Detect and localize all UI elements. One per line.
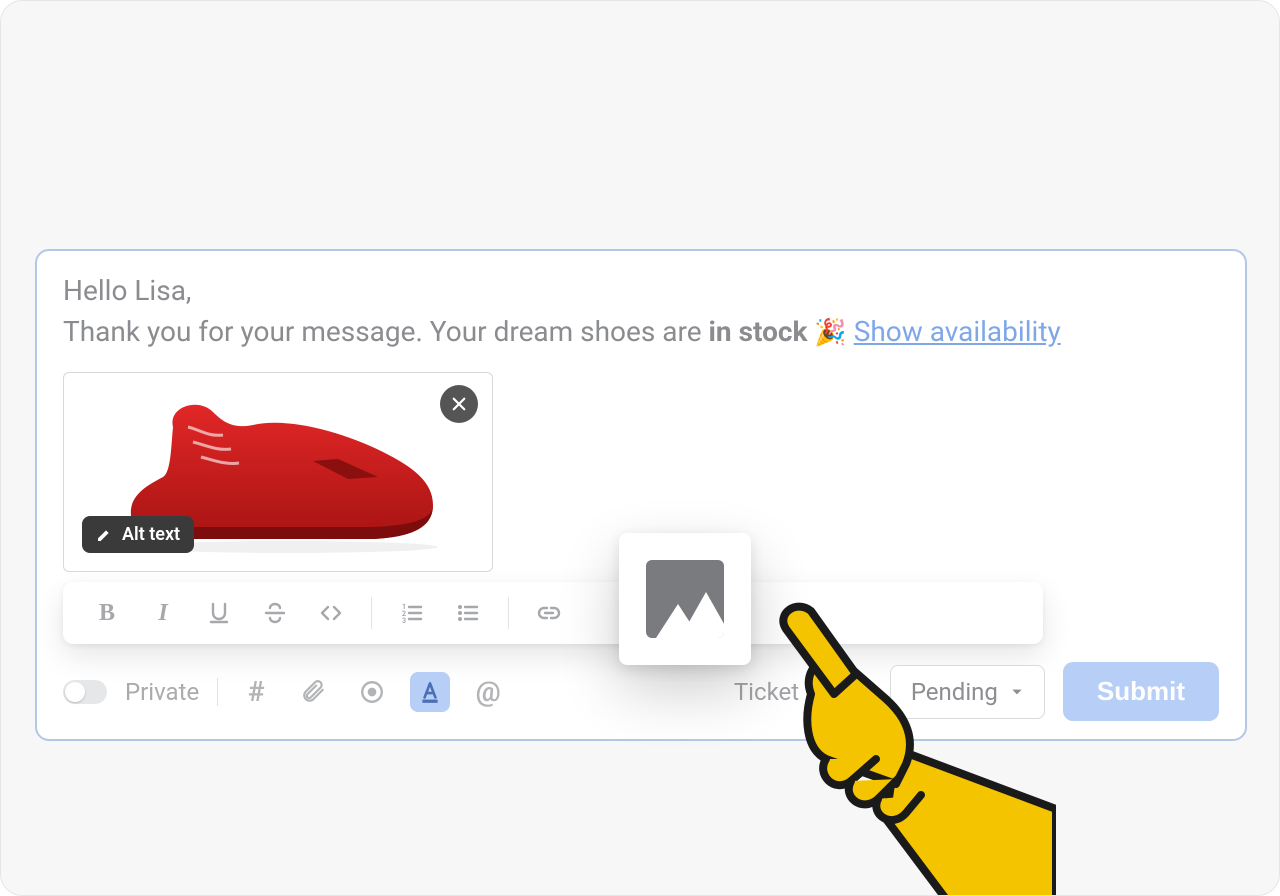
chevron-down-icon	[1010, 685, 1024, 699]
attachment-button[interactable]	[294, 672, 334, 712]
party-emoji-icon: 🎉	[814, 318, 846, 348]
text-color-button[interactable]	[410, 672, 450, 712]
unordered-list-icon	[456, 601, 480, 625]
formatting-toolbar: B I 123	[63, 582, 1043, 644]
editor-footer: Private # @ Ticket status Pending Submit	[63, 662, 1219, 721]
private-label: Private	[125, 678, 199, 706]
private-toggle[interactable]	[63, 680, 107, 704]
attached-image[interactable]: Alt text	[63, 372, 493, 572]
status-value: Pending	[911, 678, 998, 706]
at-icon: @	[476, 675, 501, 708]
underline-button[interactable]	[193, 591, 245, 635]
footer-separator	[217, 678, 218, 706]
alt-text-label: Alt text	[122, 524, 180, 545]
hash-icon: #	[248, 675, 265, 708]
app-viewport: Hello Lisa, Thank you for your message. …	[0, 0, 1280, 896]
strikethrough-icon	[263, 601, 287, 625]
remove-attachment-button[interactable]	[440, 385, 478, 423]
submit-button[interactable]: Submit	[1063, 662, 1219, 721]
link-icon	[537, 601, 561, 625]
stock-status: in stock	[709, 315, 808, 348]
ticket-status-label: Ticket status	[734, 678, 872, 706]
ordered-list-icon: 123	[400, 601, 424, 625]
greeting-text: Hello Lisa,	[63, 274, 191, 307]
record-button[interactable]	[352, 672, 392, 712]
ticket-status-select[interactable]: Pending	[890, 665, 1045, 719]
code-icon	[319, 601, 343, 625]
paperclip-icon	[301, 679, 327, 705]
close-icon	[450, 395, 468, 413]
image-icon	[646, 560, 724, 638]
channel-button[interactable]: #	[236, 672, 276, 712]
link-button[interactable]	[523, 591, 575, 635]
toolbar-separator	[508, 597, 509, 629]
svg-text:3: 3	[402, 617, 406, 625]
ordered-list-button[interactable]: 123	[386, 591, 438, 635]
toggle-knob	[65, 682, 85, 702]
alt-text-button[interactable]: Alt text	[82, 516, 194, 553]
pencil-icon	[96, 527, 112, 543]
underline-icon	[207, 601, 231, 625]
toolbar-separator	[371, 597, 372, 629]
code-button[interactable]	[305, 591, 357, 635]
bold-button[interactable]: B	[81, 591, 133, 635]
message-prefix: Thank you for your message. Your dream s…	[63, 315, 709, 348]
insert-image-button[interactable]	[619, 533, 751, 665]
unordered-list-button[interactable]	[442, 591, 494, 635]
reply-editor-card: Hello Lisa, Thank you for your message. …	[35, 249, 1247, 741]
mention-button[interactable]: @	[468, 672, 508, 712]
strikethrough-button[interactable]	[249, 591, 301, 635]
record-icon	[359, 679, 385, 705]
italic-button[interactable]: I	[137, 591, 189, 635]
show-availability-link[interactable]: Show availability	[854, 315, 1061, 348]
text-color-icon	[417, 679, 443, 705]
message-body[interactable]: Hello Lisa, Thank you for your message. …	[63, 271, 1219, 352]
